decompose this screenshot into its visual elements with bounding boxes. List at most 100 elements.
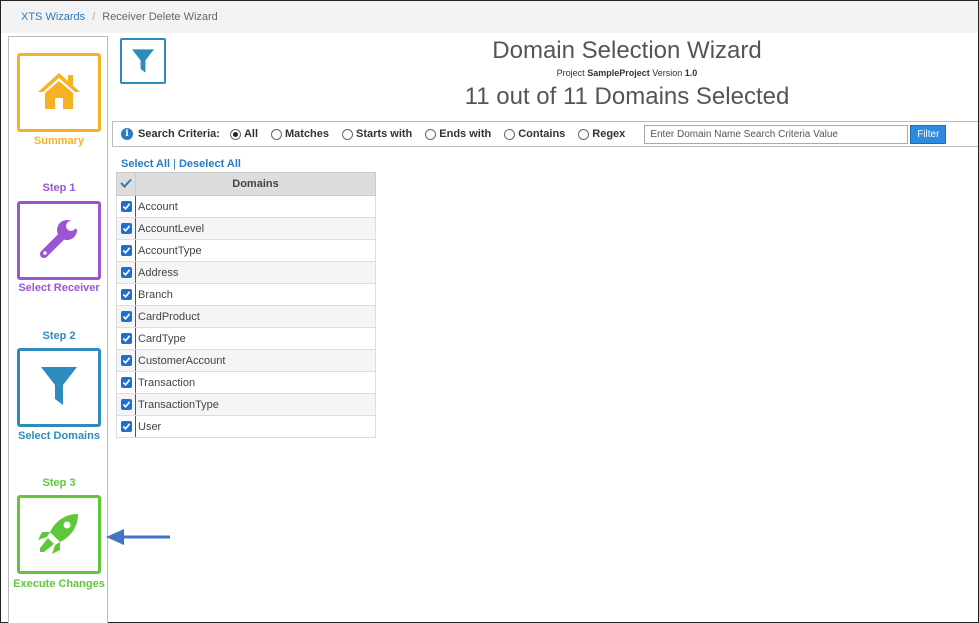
checkbox-checked-icon[interactable] [120, 421, 132, 433]
rocket-icon [36, 510, 82, 559]
wrench-icon [36, 216, 83, 265]
checkbox-checked-icon[interactable] [120, 399, 132, 411]
project-name: SampleProject [587, 68, 650, 78]
row-checkbox-cell[interactable] [116, 349, 136, 372]
row-checkbox-cell[interactable] [116, 371, 136, 394]
checkbox-checked-icon[interactable] [120, 289, 132, 301]
deselect-all-link[interactable]: Deselect All [179, 158, 241, 170]
breadcrumb: XTS Wizards / Receiver Delete Wizard [1, 1, 978, 33]
select-all-link[interactable]: Select All [121, 158, 170, 170]
radio-label: Matches [285, 128, 330, 140]
step-1-label: Step 1 [42, 182, 76, 194]
radio-button[interactable] [578, 128, 590, 140]
domain-name-cell: CardProduct [135, 305, 376, 328]
filter-button[interactable]: Filter [910, 124, 947, 144]
row-checkbox-cell[interactable] [116, 415, 136, 438]
link-separator: | [173, 158, 176, 170]
search-criteria-bar: i Search Criteria: All Matches Starts wi… [112, 121, 978, 147]
version-prefix: Version [652, 68, 683, 78]
domain-name-cell: Branch [135, 283, 376, 306]
table-row[interactable]: AccountType [116, 239, 376, 262]
table-row[interactable]: TransactionType [116, 393, 376, 416]
domain-search-input[interactable] [644, 124, 909, 144]
domain-name-cell: CustomerAccount [135, 349, 376, 372]
radio-button[interactable] [271, 128, 282, 140]
main-content: Domain Selection Wizard Project SamplePr… [112, 36, 978, 623]
execute-changes-label: Execute Changes [13, 578, 105, 590]
row-checkbox-cell[interactable] [116, 305, 136, 328]
table-row[interactable]: User [116, 415, 376, 438]
search-criteria-label: Search Criteria: [138, 128, 220, 140]
summary-tile[interactable] [17, 53, 101, 132]
radio-all[interactable]: All [229, 128, 258, 140]
table-row[interactable]: Branch [116, 283, 376, 306]
radio-button-checked[interactable] [229, 128, 241, 140]
filter-icon [39, 363, 79, 412]
header-filter-icon [120, 38, 166, 84]
table-row[interactable]: Transaction [116, 371, 376, 394]
domain-name-cell: TransactionType [135, 393, 376, 416]
version-number: 1.0 [684, 68, 698, 78]
summary-label: Summary [33, 135, 85, 147]
breadcrumb-xts-wizards-link[interactable]: XTS Wizards [21, 11, 85, 23]
domains-table: Domains Account AccountLevel AccountType Ad… [116, 172, 376, 438]
radio-regex[interactable]: Regex [578, 128, 625, 140]
row-checkbox-cell[interactable] [116, 261, 136, 284]
radio-label: Starts with [356, 128, 413, 140]
checkbox-checked-icon[interactable] [120, 245, 132, 257]
row-checkbox-cell[interactable] [116, 283, 136, 306]
row-checkbox-cell[interactable] [116, 195, 136, 218]
radio-matches[interactable]: Matches [271, 128, 329, 140]
table-header-row: Domains [116, 172, 376, 196]
table-row[interactable]: AccountLevel [116, 217, 376, 240]
breadcrumb-separator: / [92, 11, 96, 23]
home-icon [36, 71, 82, 114]
checkmark-icon [120, 178, 132, 191]
checkbox-checked-icon[interactable] [120, 223, 132, 235]
project-prefix: Project [556, 68, 585, 78]
checkbox-checked-icon[interactable] [120, 311, 132, 323]
radio-button[interactable] [425, 128, 437, 140]
select-domains-tile[interactable] [17, 348, 101, 427]
header-select-all-check[interactable] [116, 172, 136, 196]
domain-name-cell: Address [135, 261, 376, 284]
radio-contains[interactable]: Contains [504, 128, 565, 140]
row-checkbox-cell[interactable] [116, 217, 136, 240]
info-icon: i [121, 128, 133, 140]
wizard-steps-sidebar: Summary Step 1 Select Receiver Step 2 Se… [8, 36, 108, 623]
table-row[interactable]: CardProduct [116, 305, 376, 328]
row-checkbox-cell[interactable] [116, 327, 136, 350]
table-row[interactable]: CustomerAccount [116, 349, 376, 372]
table-row[interactable]: Address [116, 261, 376, 284]
checkbox-checked-icon[interactable] [120, 355, 132, 367]
radio-label: Ends with [439, 128, 492, 140]
project-info: Project SampleProject Version 1.0 [382, 68, 872, 78]
radio-button[interactable] [504, 128, 516, 140]
breadcrumb-current: Receiver Delete Wizard [102, 11, 218, 23]
radio-button[interactable] [342, 128, 354, 140]
row-checkbox-cell[interactable] [116, 239, 136, 262]
checkbox-checked-icon[interactable] [120, 201, 132, 213]
radio-label: All [243, 128, 258, 140]
selection-links: Select All | Deselect All [121, 158, 241, 170]
select-receiver-label: Select Receiver [18, 282, 100, 294]
domain-name-cell: Transaction [135, 371, 376, 394]
domain-name-cell: Account [135, 195, 376, 218]
row-checkbox-cell[interactable] [116, 393, 136, 416]
radio-ends-with[interactable]: Ends with [425, 128, 491, 140]
domain-name-cell: CardType [135, 327, 376, 350]
table-row[interactable]: Account [116, 195, 376, 218]
radio-label: Regex [592, 128, 626, 140]
radio-starts-with[interactable]: Starts with [342, 128, 412, 140]
execute-changes-tile[interactable] [17, 495, 101, 574]
checkbox-checked-icon[interactable] [120, 333, 132, 345]
checkbox-checked-icon[interactable] [120, 377, 132, 389]
domains-column-header: Domains [135, 172, 376, 196]
domain-name-cell: AccountType [135, 239, 376, 262]
selection-count: 11 out of 11 Domains Selected [464, 83, 790, 110]
table-row[interactable]: CardType [116, 327, 376, 350]
domain-name-cell: AccountLevel [135, 217, 376, 240]
checkbox-checked-icon[interactable] [120, 267, 132, 279]
select-receiver-tile[interactable] [17, 201, 101, 280]
radio-label: Contains [518, 128, 566, 140]
